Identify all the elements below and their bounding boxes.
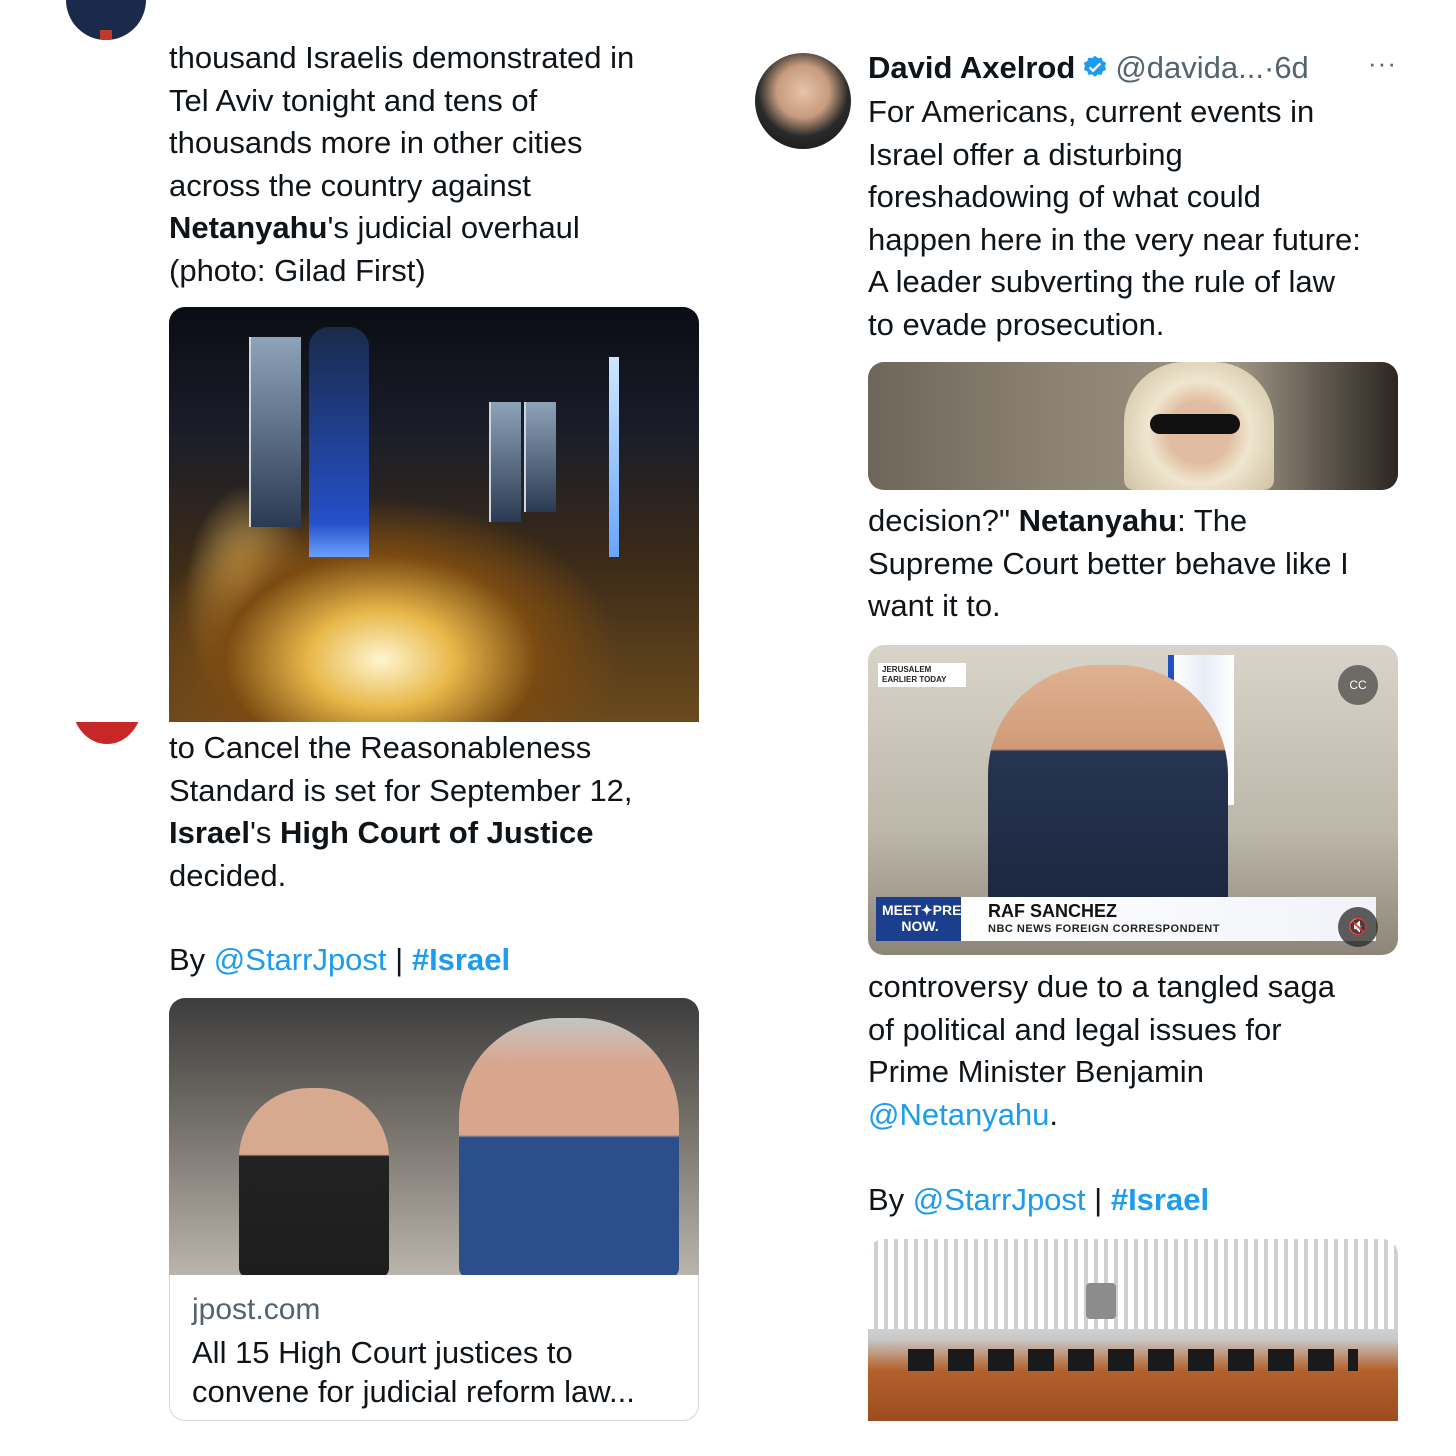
tweet-line: decided. <box>169 857 287 893</box>
tweet-line: (photo: Gilad First) <box>169 252 426 288</box>
bold-keyword: Israel <box>169 815 251 850</box>
person-figure <box>988 665 1228 905</box>
tweet-line-rest: 's <box>250 815 281 850</box>
author-handle[interactable]: @davida... <box>1115 50 1264 85</box>
tweet-text: thousand Israelis demonstrated in Tel Av… <box>169 37 709 292</box>
mention-link[interactable]: @Netanyahu <box>868 1097 1049 1132</box>
tweet-line: want it to. <box>868 588 1001 623</box>
byline-separator: | <box>386 942 412 977</box>
timestamp[interactable]: 6d <box>1274 50 1308 85</box>
link-card-title: All 15 High Court justices to convene fo… <box>192 1335 635 1409</box>
tweet-photo-tel-aviv-protest[interactable] <box>169 307 699 722</box>
byline-separator: | <box>1085 1182 1111 1217</box>
tweet-line: Supreme Court better behave like I <box>868 545 1349 581</box>
mute-icon[interactable]: 🔇 <box>1338 907 1378 947</box>
tweet-line: decision?" Netanyahu: The <box>868 500 1428 543</box>
tweet-line: across the country against <box>169 167 531 203</box>
tweet-line: to evade prosecution. <box>868 306 1165 342</box>
building <box>309 327 369 557</box>
byline-prefix: By <box>169 942 214 977</box>
tweet-line: happen here in the very near future: <box>868 221 1361 257</box>
byline: By @StarrJpost | #Israel <box>868 1179 1428 1222</box>
tweet-line: controversy due to a tangled saga <box>868 969 1336 1004</box>
tweet-text: For Americans, current events in Israel … <box>868 91 1428 346</box>
lower-third-name: RAF SANCHEZ <box>988 901 1117 921</box>
tweet-line: foreshadowing of what could <box>868 179 1261 214</box>
tweet-line: Netanyahu's judicial overhaul <box>169 207 709 250</box>
courtroom-chairs <box>908 1349 1358 1371</box>
tweet-line: Tel Aviv tonight and tens of <box>169 82 538 118</box>
mention-link[interactable]: @StarrJpost <box>214 942 387 977</box>
quoted-tweet-photo[interactable] <box>868 362 1398 490</box>
sunglasses <box>1150 414 1240 434</box>
avatar-detail <box>100 30 112 40</box>
separator: · <box>1263 50 1275 85</box>
courtroom-wall <box>868 1239 1398 1329</box>
location-line: JERUSALEM <box>882 665 932 674</box>
lower-third-title: NBC NEWS FOREIGN CORRESPONDENT <box>988 923 1220 935</box>
show-logo-line: MEET✦PRESS <box>882 902 981 918</box>
tweet-line: For Americans, current events in <box>868 94 1315 129</box>
quoted-tweet-text: decision?" Netanyahu: The Supreme Court … <box>868 500 1428 628</box>
link-card-domain: jpost.com <box>192 1293 321 1326</box>
bold-keyword: High Court of Justice <box>280 815 594 850</box>
tweet-text: controversy due to a tangled saga of pol… <box>868 966 1428 1136</box>
state-emblem <box>1086 1283 1116 1319</box>
byline: By @StarrJpost | #Israel <box>169 939 709 982</box>
avatar[interactable] <box>72 722 142 744</box>
hashtag-link[interactable]: #Israel <box>412 942 510 977</box>
byline-prefix: By <box>868 1182 913 1217</box>
link-card-image[interactable] <box>169 998 699 1275</box>
tweet-line-part: : The <box>1177 503 1248 538</box>
tweet-photo-courtroom[interactable] <box>868 1239 1398 1421</box>
building <box>524 402 556 512</box>
author-name[interactable]: David Axelrod <box>868 50 1075 85</box>
tweet-line: thousands more in other cities <box>169 125 583 160</box>
tweet-header: David Axelrod @davida...·6d <box>868 48 1408 88</box>
tweet-text: to Cancel the Reasonableness Standard is… <box>169 727 709 897</box>
more-options-icon[interactable]: ··· <box>1368 48 1397 79</box>
bold-keyword: Netanyahu <box>169 210 328 245</box>
building <box>249 337 301 527</box>
avatar[interactable] <box>66 0 146 40</box>
link-card[interactable]: jpost.com All 15 High Court justices to … <box>169 1275 699 1421</box>
tweet-line: @Netanyahu. <box>868 1094 1428 1137</box>
tweet-line: A leader subverting the rule of law <box>868 264 1335 299</box>
tweet-line: Standard is set for September 12, <box>169 772 633 808</box>
tweet-line-part: decision?" <box>868 503 1019 538</box>
hashtag-link[interactable]: #Israel <box>1111 1182 1209 1217</box>
location-line: EARLIER TODAY <box>882 675 947 684</box>
show-logo: MEET✦PRESS NOW. <box>882 902 981 934</box>
tweet-line-rest: 's judicial overhaul <box>327 210 580 245</box>
captions-icon[interactable]: CC <box>1338 665 1378 705</box>
mention-link[interactable]: @StarrJpost <box>913 1182 1086 1217</box>
bold-keyword: Netanyahu <box>1018 503 1178 538</box>
building <box>489 402 521 522</box>
tweet-line: Israel's High Court of Justice <box>169 812 709 855</box>
avatar[interactable] <box>755 53 851 149</box>
tower-spire <box>609 357 619 557</box>
tweet-line-part: . <box>1049 1096 1059 1132</box>
tweet-line: to Cancel the Reasonableness <box>169 730 592 765</box>
show-logo-line: NOW. <box>901 918 939 934</box>
verified-badge-icon <box>1084 55 1107 77</box>
tweet-line: thousand Israelis demonstrated in <box>169 40 635 75</box>
tweet-line: Prime Minister Benjamin <box>868 1054 1204 1089</box>
tweet-line: of political and legal issues for <box>868 1011 1282 1047</box>
tweet-line: Israel offer a disturbing <box>868 136 1183 172</box>
person-figure <box>239 1088 389 1275</box>
video-lower-third: MEET✦PRESS NOW. RAF SANCHEZ NBC NEWS FORE… <box>876 897 1376 941</box>
video-location-label: JERUSALEM EARLIER TODAY <box>878 663 966 687</box>
video-player[interactable]: JERUSALEM EARLIER TODAY MEET✦PRESS NOW. RA… <box>868 645 1398 955</box>
person-figure <box>459 1018 679 1275</box>
